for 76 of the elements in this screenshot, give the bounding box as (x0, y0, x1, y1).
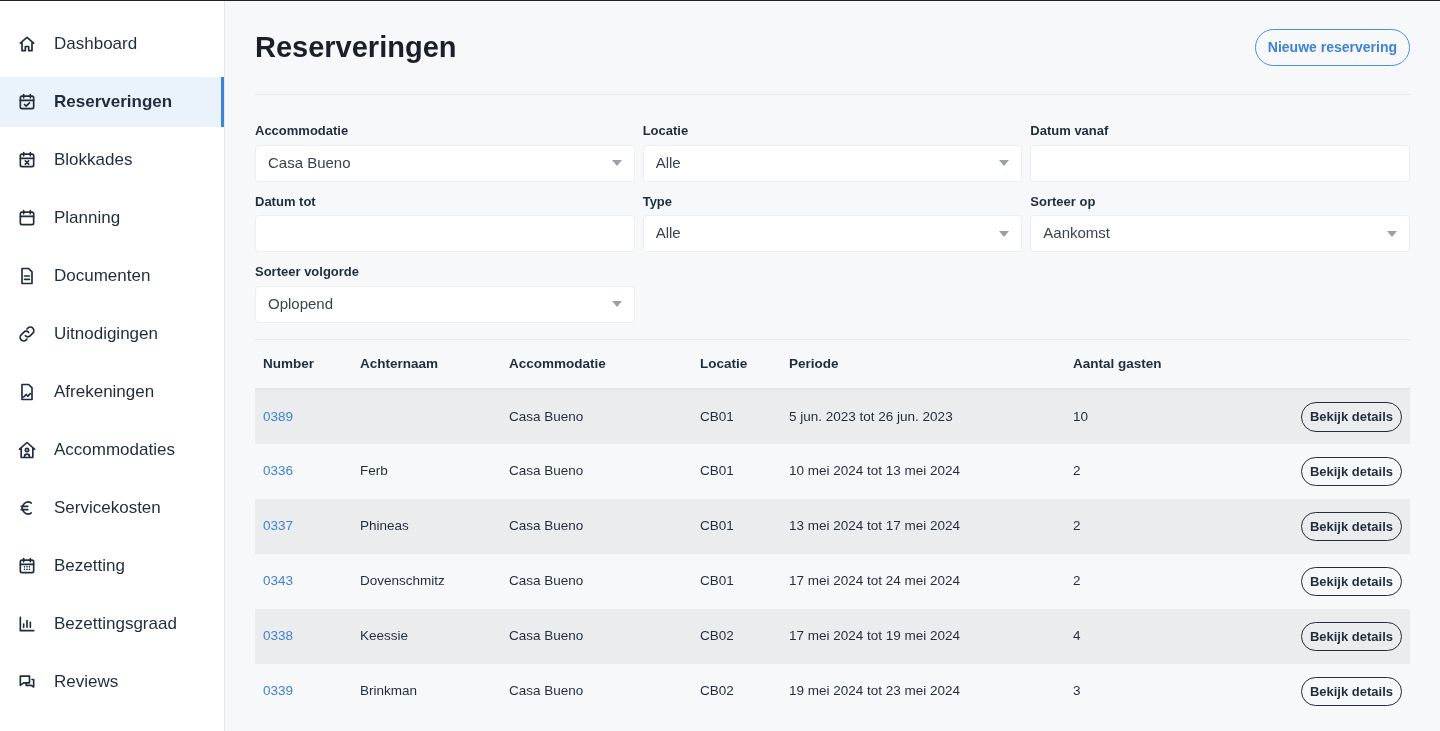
caret-icon (999, 230, 1010, 237)
column-header: Achternaam (360, 355, 439, 371)
select-field[interactable]: Casa Bueno (255, 144, 635, 182)
sidebar-item[interactable]: Blokkades (0, 135, 224, 185)
table-cell: Casa Bueno (509, 463, 584, 479)
column-header: Periode (789, 355, 839, 371)
table-cell: 17 mei 2024 tot 19 mei 2024 (789, 628, 961, 644)
table-cell: CB01 (700, 408, 734, 424)
select-field[interactable]: Aankomst (1030, 215, 1410, 252)
field-label: Datum tot (255, 192, 317, 211)
sidebar-item[interactable]: Accommodaties (0, 425, 224, 475)
sidebar-item[interactable]: Dashboard (0, 19, 224, 69)
select-field[interactable]: Oplopend (255, 285, 635, 323)
sidebar-item[interactable]: Bezettingsgraad (0, 599, 224, 649)
reservation-number-link[interactable]: 0336 (263, 463, 294, 479)
table-cell: CB01 (700, 463, 734, 479)
table-cell: Phineas (360, 518, 409, 534)
column-header: Number (263, 355, 314, 371)
calendar-check-icon (17, 92, 37, 112)
table-cell: 2 (1073, 463, 1081, 479)
field-label: Accommodatie (255, 122, 350, 140)
sidebar-item[interactable]: Reserveringen (0, 77, 224, 127)
table-cell: CB02 (700, 628, 734, 644)
sidebar-item[interactable]: Afrekeningen (0, 367, 224, 417)
sidebar-item[interactable]: Documenten (0, 251, 224, 301)
table-cell: Casa Bueno (509, 683, 584, 699)
caret-icon (999, 160, 1010, 166)
table-cell: Ferb (360, 463, 388, 479)
calendar-x-icon (17, 150, 37, 170)
table-cell: CB01 (700, 573, 734, 589)
link-icon (17, 324, 37, 344)
table-cell: Casa Bueno (509, 628, 584, 644)
field-label: Datum vanaf (1030, 122, 1110, 140)
select-field[interactable]: Alle (642, 144, 1023, 182)
calendar-grid-icon (17, 556, 37, 576)
sidebar-item[interactable]: Servicekosten (0, 483, 224, 533)
table-cell: Keessie (360, 628, 409, 644)
sidebar-item[interactable]: Bezetting (0, 541, 224, 591)
caret-icon (611, 301, 622, 307)
sidebar-item[interactable]: Uitnodigingen (0, 309, 224, 359)
table-cell: 17 mei 2024 tot 24 mei 2024 (789, 573, 961, 589)
house-icon (17, 34, 37, 54)
table-cell: CB01 (700, 518, 734, 534)
table-cell: Casa Bueno (509, 408, 584, 424)
table-cell: Casa Bueno (509, 518, 584, 534)
column-header: Aantal gasten (1073, 355, 1162, 371)
reservation-number-link[interactable]: 0343 (263, 573, 294, 589)
table-cell: 13 mei 2024 tot 17 mei 2024 (789, 518, 961, 534)
sidebar-item[interactable]: Reviews (0, 657, 224, 707)
table-cell: 19 mei 2024 tot 23 mei 2024 (789, 683, 961, 699)
select-field[interactable]: Alle (642, 215, 1023, 252)
page-title: Reserveringen (255, 30, 457, 65)
table-cell: 4 (1073, 628, 1081, 644)
calendar-icon (17, 208, 37, 228)
table-cell: CB02 (700, 683, 734, 699)
field-label: Locatie (642, 122, 690, 140)
table-cell: 10 (1073, 408, 1089, 424)
table-cell: 3 (1073, 683, 1081, 699)
caret-icon (611, 160, 622, 166)
bar-chart-icon (17, 614, 37, 634)
table-cell: 10 mei 2024 tot 13 mei 2024 (789, 463, 961, 479)
caret-icon (1387, 230, 1397, 237)
house-person-icon (17, 440, 37, 460)
sidebar-item[interactable]: Planning (0, 193, 224, 243)
table-cell: Dovenschmitz (360, 573, 445, 589)
table-cell: 5 jun. 2023 tot 26 jun. 2023 (789, 408, 953, 424)
table-cell: Brinkman (360, 683, 418, 699)
column-header: Locatie (700, 355, 748, 371)
table-cell: 2 (1073, 518, 1081, 534)
table-cell: Casa Bueno (509, 573, 584, 589)
column-header: Accommodatie (509, 355, 606, 371)
table-cell: 2 (1073, 573, 1081, 589)
reservation-number-link[interactable]: 0339 (263, 683, 294, 699)
field-label: Sorteer volgorde (255, 263, 361, 281)
field-label: Type (642, 192, 674, 211)
field-label: Sorteer op (1030, 192, 1097, 211)
